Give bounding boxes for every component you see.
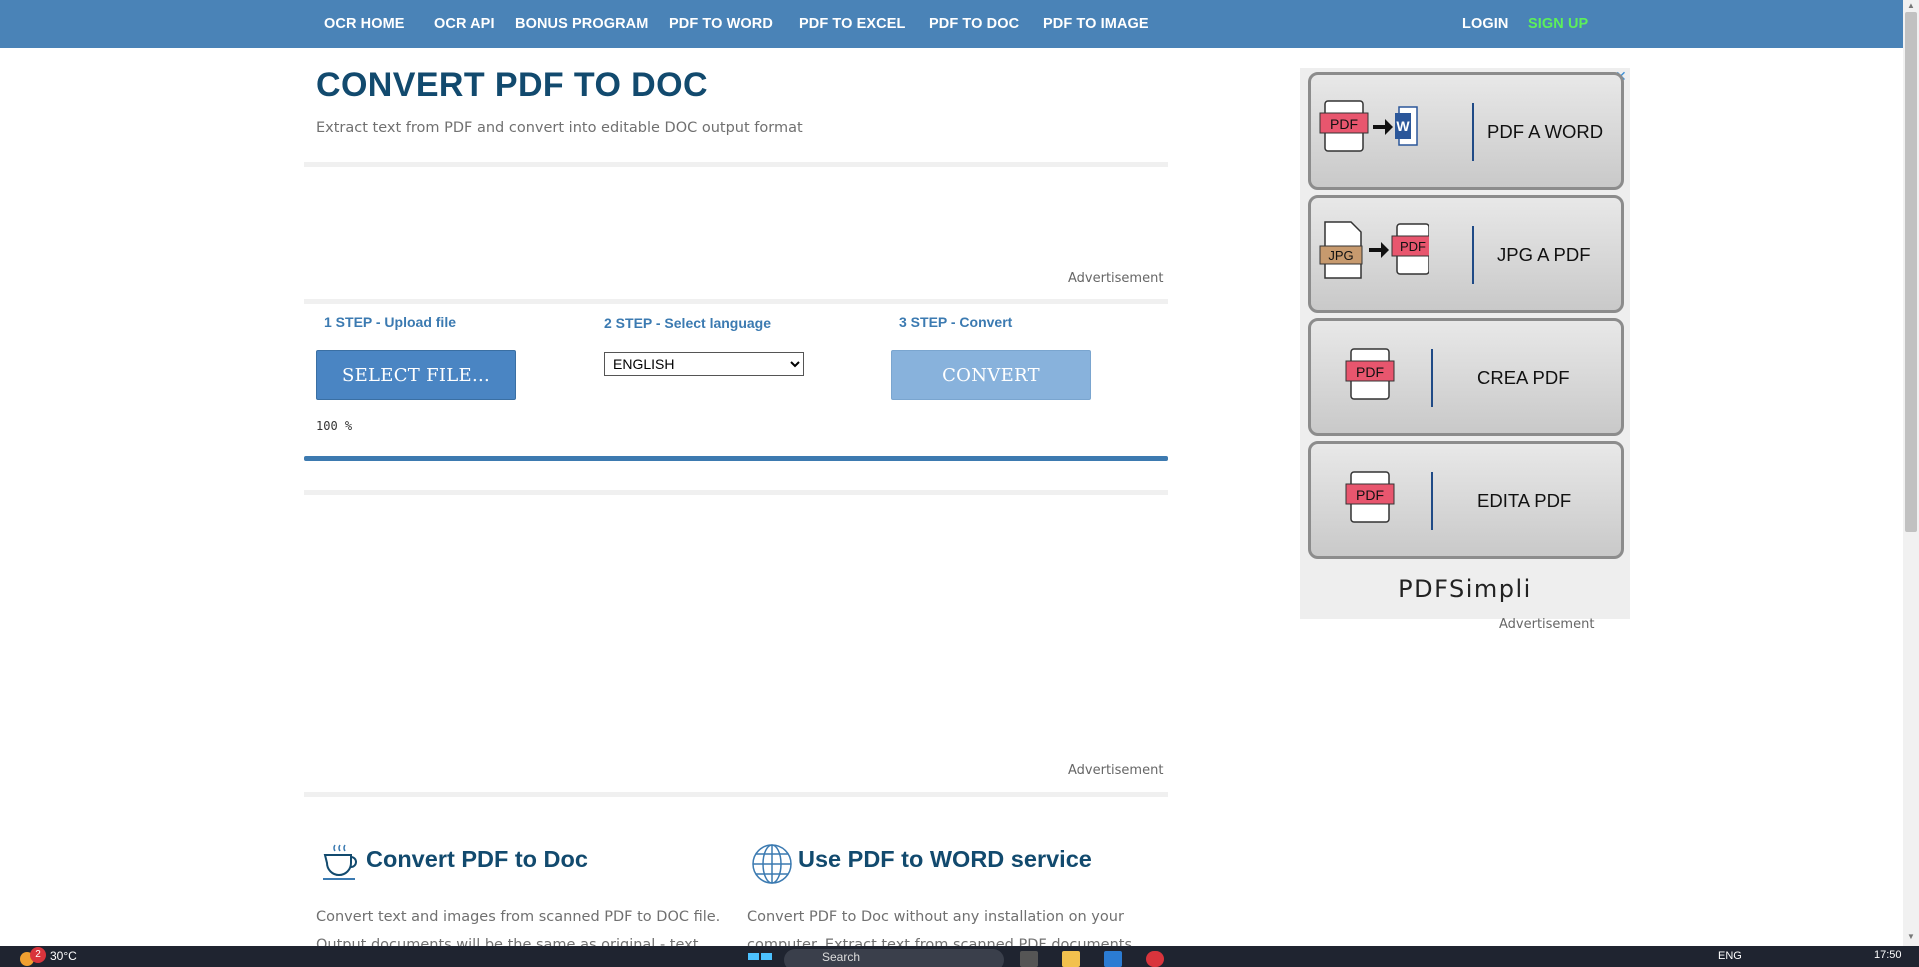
pdf-to-word-icon: PDF W	[1319, 100, 1418, 152]
windows-start-icon[interactable]	[748, 951, 772, 967]
svg-text:W: W	[1396, 118, 1410, 134]
step3-label: 3 STEP - Convert	[899, 314, 1013, 330]
page: OCR HOME OCR API BONUS PROGRAM PDF TO WO…	[0, 0, 1919, 967]
divider	[304, 299, 1168, 304]
svg-text:PDF: PDF	[1400, 239, 1426, 254]
taskbar-search-placeholder: Search	[822, 950, 861, 964]
divider	[304, 792, 1168, 797]
svg-text:PDF: PDF	[1356, 364, 1384, 380]
page-subtitle: Extract text from PDF and convert into e…	[316, 120, 803, 136]
ad-tile-pdf-a-word[interactable]: PDF W PDF A WORD	[1308, 72, 1624, 190]
nav-bonus-program[interactable]: BONUS PROGRAM	[515, 16, 648, 32]
page-title: CONVERT PDF TO DOC	[316, 66, 708, 104]
scroll-up-arrow-icon[interactable]: ▲	[1905, 1, 1917, 11]
ad-tile-edita-pdf[interactable]: PDF EDITA PDF	[1308, 441, 1624, 559]
task-view-icon[interactable]	[1020, 951, 1038, 967]
file-explorer-icon[interactable]	[1062, 951, 1080, 967]
svg-text:PDF: PDF	[1330, 116, 1358, 132]
scrollbar-thumb[interactable]	[1905, 12, 1917, 532]
step1-label: 1 STEP - Upload file	[324, 314, 456, 330]
scroll-down-arrow-icon[interactable]: ▼	[1905, 932, 1917, 942]
ad-tile-label: CREA PDF	[1477, 367, 1570, 388]
top-navbar: OCR HOME OCR API BONUS PROGRAM PDF TO WO…	[0, 0, 1903, 48]
pdf-file-icon: PDF	[1345, 348, 1395, 400]
login-link[interactable]: LOGIN	[1462, 16, 1508, 32]
pdf-file-icon: PDF	[1345, 471, 1395, 523]
convert-button[interactable]: CONVERT	[891, 350, 1091, 400]
nav-pdf-to-excel[interactable]: PDF TO EXCEL	[799, 16, 905, 32]
nav-pdf-to-image[interactable]: PDF TO IMAGE	[1043, 16, 1149, 32]
nav-pdf-to-word[interactable]: PDF TO WORD	[669, 16, 773, 32]
weather-temperature[interactable]: 30°C	[50, 949, 77, 963]
coffee-cup-icon	[323, 844, 357, 880]
progress-bar-fill	[304, 456, 1168, 461]
ad-tile-label: PDF A WORD	[1487, 121, 1604, 142]
progress-percentage: 100 %	[316, 419, 353, 433]
signup-link[interactable]: SIGN UP	[1528, 16, 1588, 32]
ad-tile-label: JPG A PDF	[1497, 244, 1591, 265]
feature-title: Use PDF to WORD service	[798, 846, 1092, 872]
system-clock[interactable]: 17:50	[1874, 949, 1902, 961]
select-file-button[interactable]: SELECT FILE...	[316, 350, 516, 400]
ad-tile-crea-pdf[interactable]: PDF CREA PDF	[1308, 318, 1624, 436]
input-language[interactable]: ENG	[1718, 950, 1742, 962]
nav-ocr-home[interactable]: OCR HOME	[324, 16, 405, 32]
divider	[304, 490, 1168, 495]
ad-tile-label: EDITA PDF	[1477, 490, 1572, 511]
notification-badge: 2	[30, 947, 46, 963]
taskbar: 2 30°C Search ENG 17:50	[0, 946, 1919, 967]
svg-text:JPG: JPG	[1328, 248, 1353, 263]
advertisement-label: Advertisement	[1068, 763, 1164, 778]
feature-title: Convert PDF to Doc	[366, 846, 588, 872]
chrome-browser-icon[interactable]	[1146, 951, 1164, 967]
advertisement-label: Advertisement	[1499, 617, 1595, 632]
edge-browser-icon[interactable]	[1104, 951, 1122, 967]
taskbar-search[interactable]	[784, 949, 1004, 967]
globe-icon	[752, 844, 792, 884]
step2-label: 2 STEP - Select language	[604, 315, 772, 331]
svg-text:PDF: PDF	[1356, 487, 1384, 503]
language-select[interactable]: ENGLISH	[604, 352, 804, 376]
ad-brand-name: PDFSimpli	[1398, 575, 1532, 603]
advertisement-label: Advertisement	[1068, 271, 1164, 286]
ad-tile-jpg-a-pdf[interactable]: JPG PDF JPG A PDF	[1308, 195, 1624, 313]
nav-pdf-to-doc[interactable]: PDF TO DOC	[929, 16, 1019, 32]
jpg-to-pdf-icon: JPG PDF	[1319, 221, 1429, 279]
nav-ocr-api[interactable]: OCR API	[434, 16, 495, 32]
divider	[304, 162, 1168, 167]
progress-bar	[304, 456, 1168, 461]
